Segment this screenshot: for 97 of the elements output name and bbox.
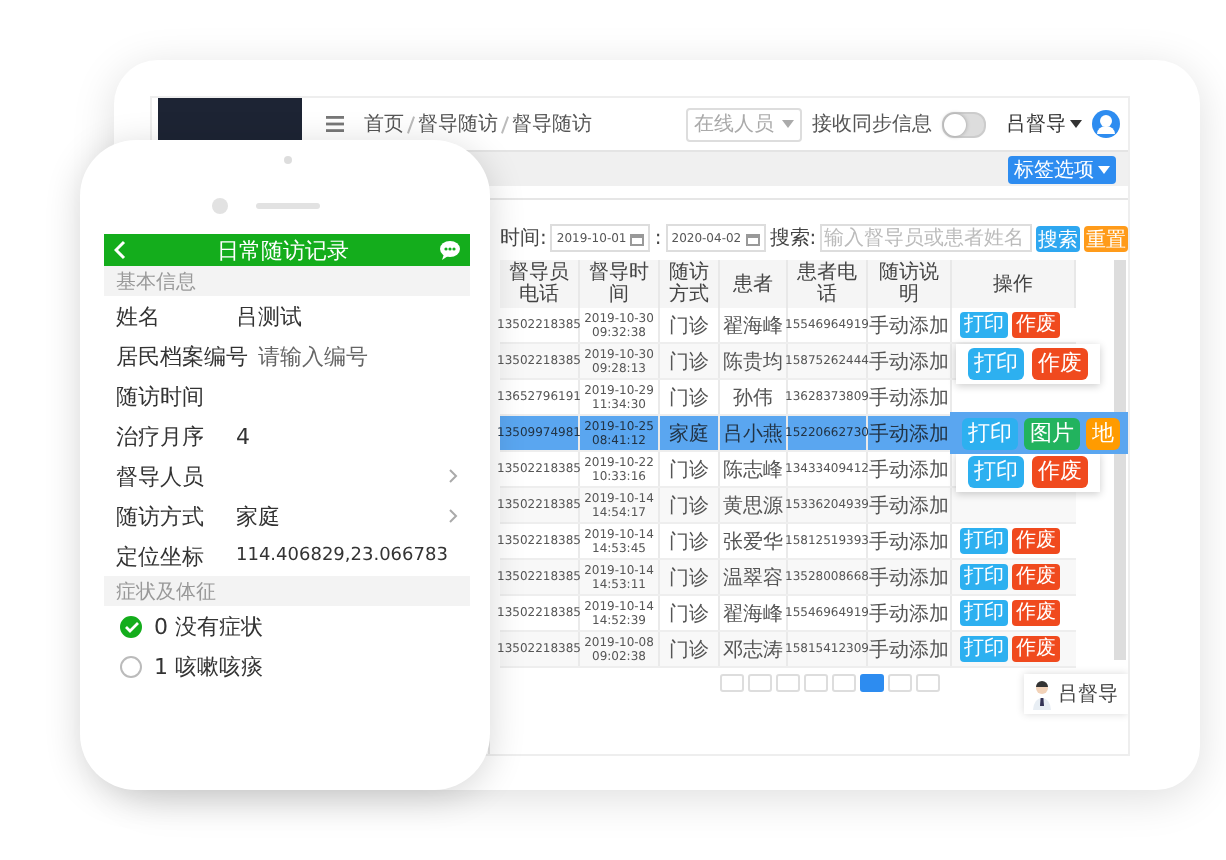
- field-label: 随访时间: [116, 381, 206, 411]
- table-cell-text: 门诊: [669, 529, 709, 555]
- filter-label: 时间:: [500, 225, 547, 252]
- chevron-icon[interactable]: [448, 468, 458, 484]
- table-cell-text: 门诊: [669, 637, 709, 663]
- table-cell-text: 邓志涛: [723, 637, 783, 663]
- section-header: 症状及体征: [114, 579, 218, 606]
- section-header: 基本信息: [114, 269, 198, 296]
- table-cell-text: 门诊: [669, 565, 709, 591]
- table-cell-text: 门诊: [669, 493, 709, 519]
- field-label: 居民档案编号: [116, 341, 248, 371]
- field-label: 定位坐标: [116, 541, 206, 571]
- table-cell-text: 陈贵均: [723, 349, 783, 375]
- table-cell-text: 手动添加: [869, 601, 949, 627]
- user-menu[interactable]: 吕督导: [1006, 110, 1082, 138]
- table-cell-text: 门诊: [669, 385, 709, 411]
- check-icon: [123, 619, 139, 633]
- filter-label: 搜索:: [769, 225, 817, 252]
- table-cell-text: 翟海峰: [723, 601, 783, 627]
- field-label: 督导人员: [116, 461, 206, 491]
- table-cell-text: 门诊: [669, 313, 709, 339]
- map-button[interactable]: 地: [1086, 417, 1120, 449]
- void-button[interactable]: 作废: [1012, 600, 1060, 626]
- table-cell-text: 门诊: [669, 457, 709, 483]
- table-cell-text: 孙伟: [733, 385, 773, 411]
- caret-icon: [1098, 165, 1110, 173]
- caret-icon: [1070, 120, 1082, 128]
- print-button[interactable]: 打印: [960, 528, 1008, 554]
- pagination-drawing[interactable]: [720, 674, 944, 692]
- chat-icon[interactable]: [440, 240, 460, 260]
- table-cell-text: 手动添加: [869, 529, 949, 555]
- void-button[interactable]: 作废: [1012, 636, 1060, 662]
- print-button[interactable]: 打印: [962, 417, 1018, 449]
- void-button[interactable]: 作废: [1032, 348, 1088, 380]
- sensor-drawing: [212, 156, 320, 216]
- table-cell-text: 吕小燕: [723, 421, 783, 447]
- option-label[interactable]: 1 咳嗽咳痰: [154, 651, 263, 681]
- void-button[interactable]: 作废: [1012, 564, 1060, 590]
- breadcrumb-link[interactable]: 首页: [364, 110, 404, 138]
- scrollbar[interactable]: [1114, 260, 1127, 660]
- table-cell-text: 手动添加: [869, 313, 949, 339]
- field-value: 4: [236, 423, 250, 449]
- search-button[interactable]: 搜索: [1036, 225, 1081, 251]
- field-value: 114.406829,23.066783: [236, 546, 448, 566]
- table-cell-text: 门诊: [669, 601, 709, 627]
- field-value: 家庭: [236, 501, 280, 531]
- user-name: 吕督导: [1058, 681, 1118, 708]
- table-cell-text: 陈志峰: [723, 457, 783, 483]
- table-cell-text: 手动添加: [869, 637, 949, 663]
- tag-options-button[interactable]: 标签选项: [1008, 155, 1116, 183]
- search-field[interactable]: 输入督导员或患者姓名: [820, 224, 1033, 252]
- option-label[interactable]: 0 没有症状: [154, 611, 263, 641]
- online-select[interactable]: 在线人员: [686, 107, 802, 141]
- print-button[interactable]: 打印: [960, 636, 1008, 662]
- print-button[interactable]: 打印: [960, 600, 1008, 626]
- table-cell-text: 手动添加: [869, 457, 949, 483]
- void-button[interactable]: 作废: [1032, 456, 1088, 488]
- table-cell-text: 手动添加: [869, 421, 949, 447]
- print-button[interactable]: 打印: [968, 348, 1024, 380]
- reset-button[interactable]: 重置: [1084, 225, 1128, 251]
- toggle-label: 接收同步信息: [812, 111, 932, 138]
- print-button[interactable]: 打印: [960, 312, 1008, 338]
- table-cell-text: 家庭: [669, 421, 709, 447]
- table-cell-text: 手动添加: [869, 493, 949, 519]
- table-cell-text: 手动添加: [869, 565, 949, 591]
- toggle-switch[interactable]: [942, 111, 986, 137]
- void-button[interactable]: 作废: [1012, 312, 1060, 338]
- back-icon[interactable]: [114, 240, 126, 260]
- radio-check[interactable]: [120, 615, 142, 637]
- table-cell-text: 温翠容: [723, 565, 783, 591]
- avatar-icon[interactable]: [1092, 110, 1120, 138]
- table-cell-text: 手动添加: [869, 349, 949, 375]
- field-value: 吕测试: [236, 301, 302, 331]
- menu-icon[interactable]: [326, 116, 344, 132]
- chevron-icon[interactable]: [448, 508, 458, 524]
- table-cell-text: 手动添加: [869, 385, 949, 411]
- breadcrumb-current[interactable]: 督导随访: [512, 110, 592, 138]
- print-button[interactable]: 打印: [960, 564, 1008, 590]
- field-label: 姓名: [116, 301, 162, 331]
- table-cell-text: 张爱华: [723, 529, 783, 555]
- breadcrumb-link[interactable]: 督导随访: [418, 110, 498, 138]
- user-card[interactable]: 吕督导: [1024, 674, 1128, 714]
- void-button[interactable]: 作废: [1012, 528, 1060, 554]
- table-cell-text: 门诊: [669, 349, 709, 375]
- picture-button[interactable]: 图片: [1024, 417, 1080, 449]
- calendar-icon: [630, 231, 645, 245]
- caret-icon: [782, 120, 794, 128]
- field-label: 治疗月序: [116, 421, 206, 451]
- field-label: 随访方式: [116, 501, 206, 531]
- print-button[interactable]: 打印: [968, 456, 1024, 488]
- separator-text: :: [654, 227, 662, 249]
- person-icon: [1032, 679, 1052, 709]
- page-title: 日常随访记录: [217, 235, 349, 265]
- table-cell-text: 黄思源: [723, 493, 783, 519]
- radio-check[interactable]: [120, 655, 142, 677]
- table-cell-text: 翟海峰: [723, 313, 783, 339]
- calendar-icon: [745, 231, 760, 245]
